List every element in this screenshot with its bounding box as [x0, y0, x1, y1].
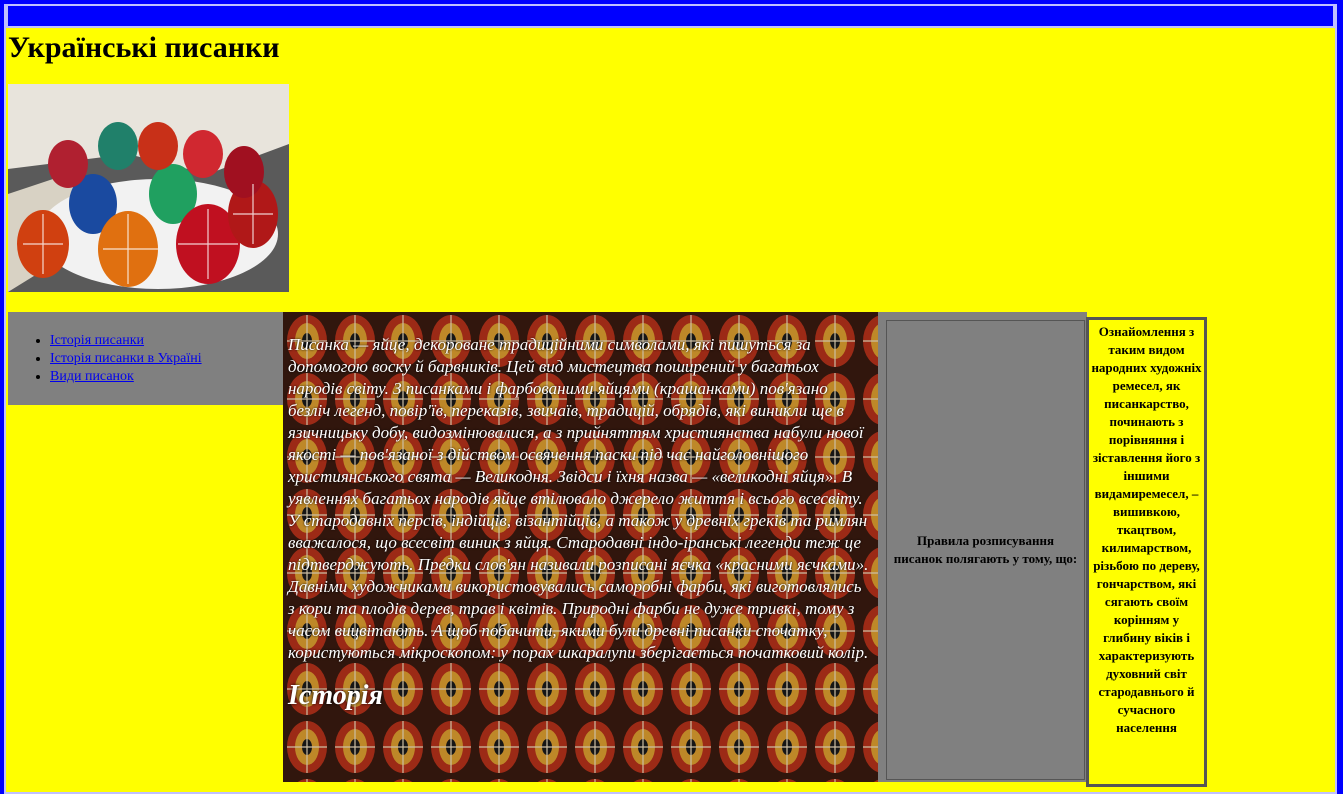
rules-panel: Правила розписування писанок полягають у… — [878, 312, 1087, 782]
hero-image — [8, 84, 289, 292]
nav-item: Історія писанки — [50, 332, 283, 350]
nav-item: Види писанок — [50, 368, 283, 386]
sidebar-nav: Історія писанки Історія писанки в Україн… — [8, 312, 283, 405]
nav-list: Історія писанки Історія писанки в Україн… — [8, 312, 283, 386]
article-body: Писанка — яйце, декороване традиційними … — [288, 335, 869, 662]
nav-link-history[interactable]: Історія писанки — [50, 333, 144, 348]
intro-panel: Ознайомлення з таким видом народних худо… — [1086, 317, 1207, 787]
article-panel: Писанка — яйце, декороване традиційними … — [283, 312, 878, 782]
page-frame: Українські писанки • Історія писанки • І… — [4, 4, 1337, 794]
rules-box: Правила розписування писанок полягають у… — [886, 320, 1085, 780]
intro-text: Ознайомлення з таким видом народних худо… — [1091, 324, 1202, 735]
rules-text: Правила розписування писанок полягають у… — [893, 533, 1078, 566]
pysanky-eggs-photo — [8, 84, 289, 292]
nav-item: Історія писанки в Україні — [50, 350, 283, 368]
nav-link-history-ukraine[interactable]: Історія писанки в Україні — [50, 351, 202, 366]
top-banner — [6, 6, 1335, 28]
page-title: Українські писанки — [8, 31, 280, 64]
nav-link-types[interactable]: Види писанок — [50, 369, 134, 384]
section-heading: Історія — [288, 680, 383, 711]
